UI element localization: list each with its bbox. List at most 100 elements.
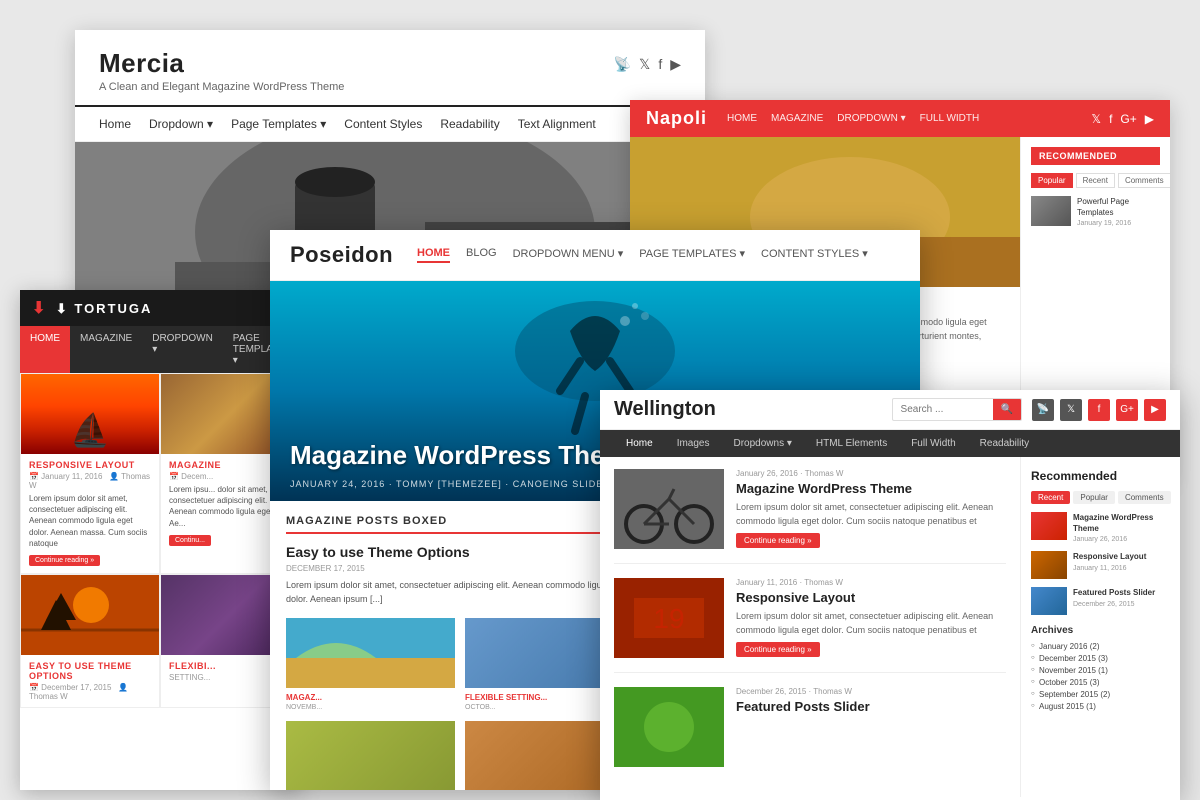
poseidon-hero-meta: JANUARY 24, 2016 · TOMMY [THEMEZEE] · CA… [290,479,611,489]
wellington-window: Wellington 🔍 📡 𝕏 f G+ ▶ Home Images Drop… [600,390,1180,800]
wellington-article-meta-3: December 26, 2015 · Thomas W [736,687,1006,696]
wellington-sidebar-item-title-3: Featured Posts Slider [1073,587,1155,598]
wellington-search-input[interactable] [893,400,993,419]
wellington-nav-readability[interactable]: Readability [968,430,1041,457]
wellington-nav-dropdowns[interactable]: Dropdowns ▾ [721,430,803,457]
tortuga-nav-home[interactable]: HOME [20,326,70,373]
mercia-nav: Home Dropdown ▾ Page Templates ▾ Content… [75,107,705,142]
poseidon-post-img-1 [286,618,455,688]
nav-text-alignment[interactable]: Text Alignment [518,117,596,131]
wellington-archive-oct: October 2015 (3) [1031,678,1170,687]
svg-text:19: 19 [653,603,684,634]
napoli-nav-fullwidth[interactable]: FULL WIDTH [920,113,980,124]
poseidon-nav-page-templates[interactable]: PAGE TEMPLATES ▾ [639,247,745,263]
napoli-sidebar-tabs: Popular Recent Comments [1031,173,1160,188]
napoli-tab-comments[interactable]: Comments [1118,173,1170,188]
poseidon-post-card-1: Magaz... NOVEMB... [286,618,455,711]
wellington-read-more-2[interactable]: Continue reading » [736,642,820,657]
tortuga-logo-text: ⬇ TORTUGA [56,301,153,316]
wellington-facebook-icon[interactable]: f [1088,399,1110,421]
napoli-gplus-icon: G+ [1120,112,1136,126]
wellington-sidebar-tab-popular[interactable]: Popular [1073,491,1115,504]
napoli-tab-recent[interactable]: Recent [1076,173,1115,188]
facebook-icon: f [658,56,662,73]
mercia-social: 📡 𝕏 f ▶ [614,56,681,73]
nav-content-styles[interactable]: Content Styles [344,117,422,131]
tortuga-card-1: RESPONSIVE LAYOUT 📅 January 11, 2016 👤 T… [20,373,160,574]
wellington-sidebar-content-3: Featured Posts Slider December 26, 2015 [1073,587,1155,615]
wellington-sidebar-thumb-2 [1031,551,1067,579]
tortuga-card-3: EASY TO USE THEME OPTIONS 📅 December 17,… [20,574,160,708]
wellington-article-img-1 [614,469,724,549]
wellington-sidebar-content-1: Magazine WordPress Theme January 26, 201… [1073,512,1170,543]
tortuga-nav-magazine[interactable]: MAGAZINE [70,326,142,373]
tortuga-card-img-1 [21,374,159,454]
tortuga-window: ⬇ ⬇ TORTUGA HOME MAGAZINE DROPDOWN ▾ PAG… [20,290,300,790]
wellington-sidebar-tabs: Recent Popular Comments [1031,491,1170,504]
napoli-topbar: Napoli HOME MAGAZINE DROPDOWN ▾ FULL WID… [630,100,1170,137]
poseidon-post-img-3 [286,721,455,790]
wellington-sidebar-tab-recent[interactable]: Recent [1031,491,1070,504]
tortuga-card-img-3 [21,575,159,655]
napoli-tab-popular[interactable]: Popular [1031,173,1073,188]
wellington-archive-dec: December 2015 (3) [1031,654,1170,663]
wellington-sidebar-tab-comments[interactable]: Comments [1118,491,1171,504]
wellington-sidebar-item-date-3: December 26, 2015 [1073,601,1155,608]
wellington-article-text-2: Lorem ipsum dolor sit amet, consectetuer… [736,610,1006,637]
wellington-search-button[interactable]: 🔍 [993,399,1021,420]
poseidon-nav: HOME BLOG DROPDOWN MENU ▾ PAGE TEMPLATES… [417,247,868,263]
napoli-nav-home[interactable]: HOME [727,113,757,124]
tortuga-card-btn-2[interactable]: Continu... [169,535,211,546]
wellington-twitter-icon[interactable]: 𝕏 [1060,399,1082,421]
wellington-archive-jan: January 2016 (2) [1031,642,1170,651]
poseidon-nav-content[interactable]: CONTENT STYLES ▾ [761,247,868,263]
napoli-social: 𝕏 f G+ ▶ [1091,112,1154,126]
wellington-rss-icon[interactable]: 📡 [1032,399,1054,421]
nav-home[interactable]: Home [99,117,131,131]
wellington-article-content-2: January 11, 2016 · Thomas W Responsive L… [736,578,1006,658]
napoli-facebook-icon: f [1109,112,1112,126]
wellington-archive-aug: August 2015 (1) [1031,702,1170,711]
nav-page-templates[interactable]: Page Templates ▾ [231,117,326,131]
wellington-archive-sep: September 2015 (2) [1031,690,1170,699]
wellington-gplus-icon[interactable]: G+ [1116,399,1138,421]
wellington-article-content-1: January 26, 2016 · Thomas W Magazine Wor… [736,469,1006,549]
poseidon-main: MAGAZINE POSTS BOXED Easy to use Theme O… [270,501,650,790]
tortuga-topbar: ⬇ ⬇ TORTUGA [20,290,300,326]
wellington-nav-home[interactable]: Home [614,430,665,457]
napoli-nav-magazine[interactable]: MAGAZINE [771,113,823,124]
poseidon-nav-home[interactable]: HOME [417,247,450,263]
poseidon-main-post-title: Easy to use Theme Options [286,544,634,560]
wellington-article-1: January 26, 2016 · Thomas W Magazine Wor… [614,469,1006,564]
poseidon-nav-blog[interactable]: BLOG [466,247,497,263]
napoli-nav-dropdown[interactable]: DROPDOWN ▾ [837,113,905,124]
wellington-read-more-1[interactable]: Continue reading » [736,533,820,548]
napoli-side-content-1: Powerful Page Templates January 19, 2016 [1077,196,1160,227]
tortuga-nav-dropdown[interactable]: DROPDOWN ▾ [142,326,223,373]
wellington-sidebar-item-2: Responsive Layout January 11, 2016 [1031,551,1170,579]
nav-dropdown[interactable]: Dropdown ▾ [149,117,213,131]
wellington-nav-images[interactable]: Images [665,430,722,457]
poseidon-main-post-date: DECEMBER 17, 2015 [286,564,634,573]
poseidon-topbar: Poseidon HOME BLOG DROPDOWN MENU ▾ PAGE … [270,230,920,281]
nav-readability[interactable]: Readability [440,117,499,131]
wellington-nav: Home Images Dropdowns ▾ HTML Elements Fu… [600,430,1180,457]
wellington-article-meta-2: January 11, 2016 · Thomas W [736,578,1006,587]
bike-svg [614,469,724,549]
wellington-article-img-2: 19 [614,578,724,658]
wellington-article-title-2: Responsive Layout [736,590,1006,605]
beach-svg [286,618,455,688]
wellington-search[interactable]: 🔍 [892,398,1022,421]
wellington-youtube-icon[interactable]: ▶ [1144,399,1166,421]
wellington-nav-fullwidth[interactable]: Full Width [899,430,967,457]
wellington-social: 📡 𝕏 f G+ ▶ [1032,399,1166,421]
poseidon-nav-dropdown[interactable]: DROPDOWN MENU ▾ [513,247,624,263]
tortuga-card-btn-1[interactable]: Continue reading » [29,555,100,566]
mercia-title: Mercia [99,48,681,79]
tortuga-cards: RESPONSIVE LAYOUT 📅 January 11, 2016 👤 T… [20,373,300,708]
tortuga-card-label-1: RESPONSIVE LAYOUT [29,460,151,470]
poseidon-hero-title: Magazine WordPress The... [290,440,626,471]
wellington-logo: Wellington [614,398,892,421]
wellington-nav-html[interactable]: HTML Elements [804,430,899,457]
wellington-article-title-3: Featured Posts Slider [736,699,1006,714]
